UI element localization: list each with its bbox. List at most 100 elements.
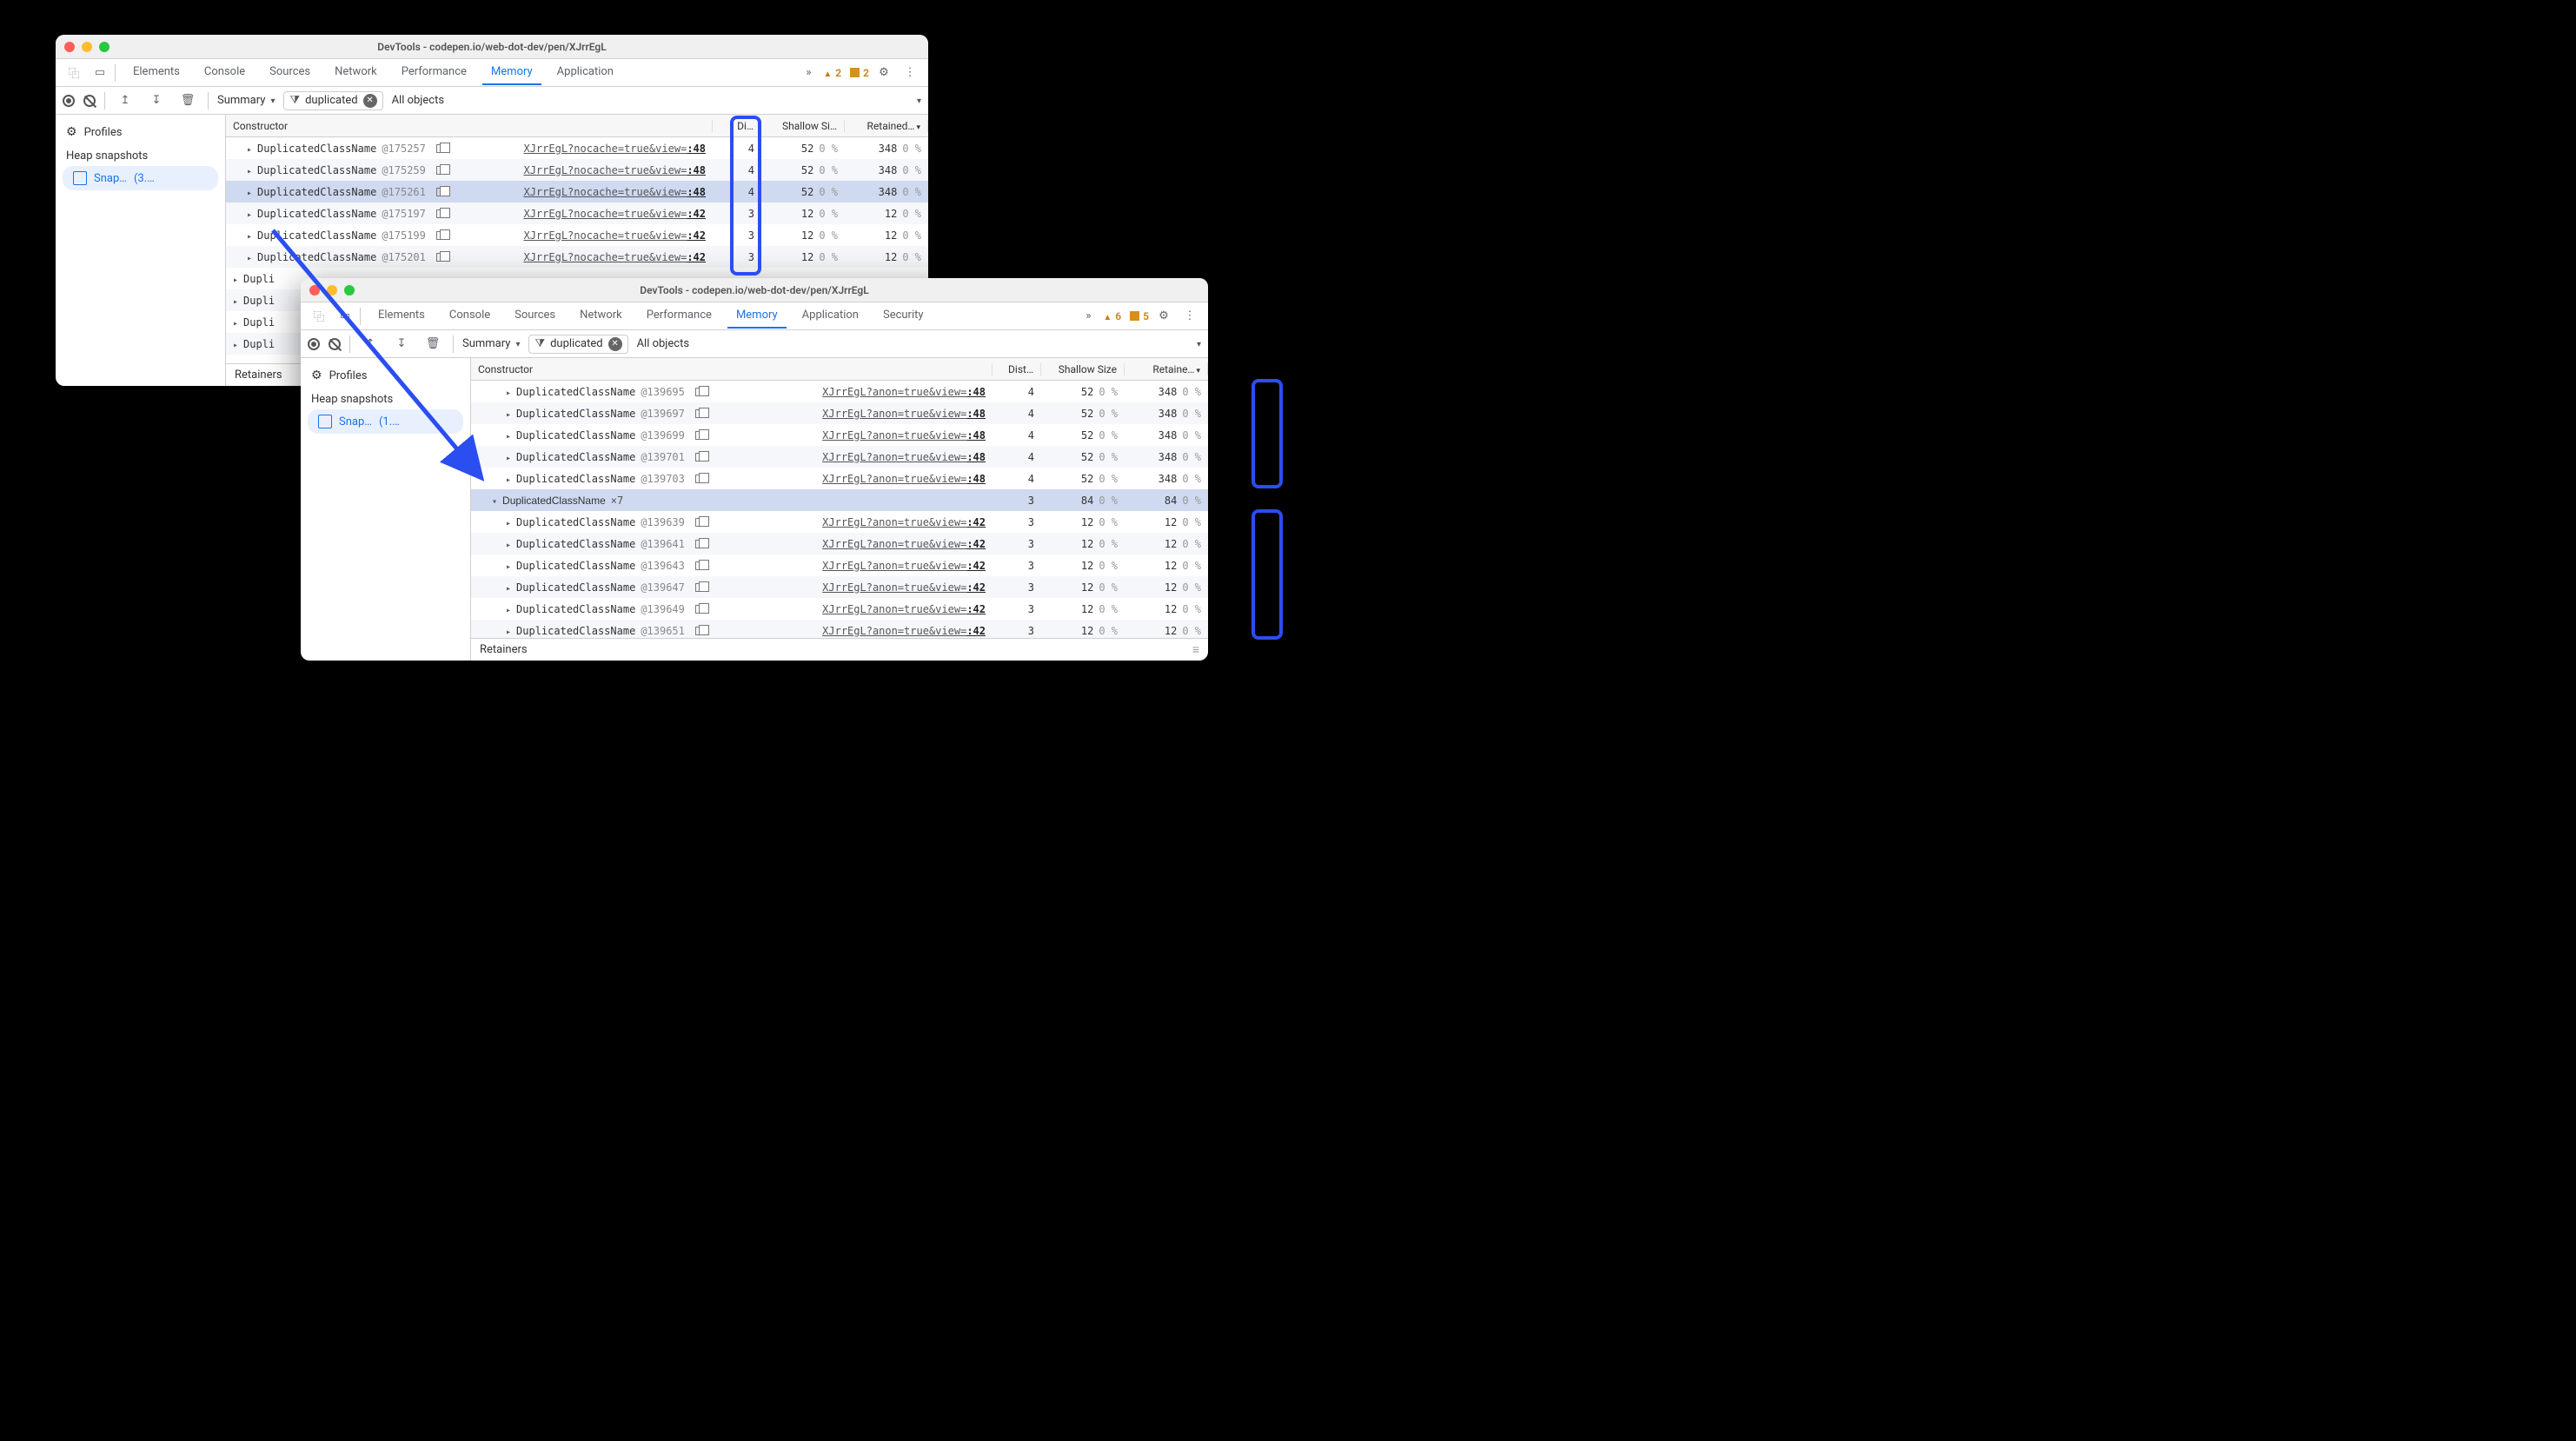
table-row[interactable]: DuplicatedClassName @139647XJrrEgL?anon=… bbox=[471, 576, 1208, 598]
tab-application[interactable]: Application bbox=[793, 303, 867, 329]
table-row[interactable]: DuplicatedClassName @139703XJrrEgL?anon=… bbox=[471, 468, 1208, 489]
disclosure-triangle-icon[interactable] bbox=[247, 208, 252, 220]
tab-memory[interactable]: Memory bbox=[482, 60, 541, 85]
source-link[interactable]: XJrrEgL?anon=true&view=:48 bbox=[822, 473, 986, 485]
issues-badge[interactable]: 2 bbox=[850, 67, 869, 79]
col-constructor[interactable]: Constructor bbox=[226, 120, 713, 132]
kebab-menu-icon[interactable]: ⋮ bbox=[899, 62, 921, 84]
table-row[interactable]: DuplicatedClassName @139695XJrrEgL?anon=… bbox=[471, 381, 1208, 402]
download-icon[interactable]: ↧ bbox=[390, 333, 413, 355]
reveal-icon[interactable] bbox=[695, 627, 704, 635]
disclosure-triangle-icon[interactable] bbox=[506, 408, 511, 420]
source-link[interactable]: XJrrEgL?anon=true&view=:42 bbox=[822, 560, 986, 572]
tab-application[interactable]: Application bbox=[548, 60, 622, 85]
close-window-icon[interactable] bbox=[64, 42, 75, 52]
source-link[interactable]: XJrrEgL?anon=true&view=:42 bbox=[822, 603, 986, 615]
clear-filter-icon[interactable]: ✕ bbox=[363, 94, 377, 108]
disclosure-triangle-icon[interactable] bbox=[506, 451, 511, 463]
col-shallow-size[interactable]: Shallow Si… bbox=[761, 120, 845, 132]
gc-icon[interactable]: 🗑 bbox=[422, 333, 444, 355]
disclosure-triangle-icon[interactable] bbox=[233, 273, 238, 285]
table-row[interactable]: DuplicatedClassName @175201XJrrEgL?nocac… bbox=[226, 246, 928, 268]
disclosure-triangle-icon[interactable] bbox=[506, 625, 511, 637]
tab-elements[interactable]: Elements bbox=[369, 303, 434, 329]
source-link[interactable]: XJrrEgL?anon=true&view=:42 bbox=[822, 581, 986, 594]
clear-filter-icon[interactable]: ✕ bbox=[608, 337, 622, 351]
source-link[interactable]: XJrrEgL?nocache=true&view=:48 bbox=[523, 186, 706, 198]
tab-memory[interactable]: Memory bbox=[727, 303, 787, 329]
table-row[interactable]: DuplicatedClassName @175197XJrrEgL?nocac… bbox=[226, 203, 928, 224]
table-row[interactable]: DuplicatedClassName @139699XJrrEgL?anon=… bbox=[471, 424, 1208, 446]
source-link[interactable]: XJrrEgL?anon=true&view=:42 bbox=[822, 625, 986, 637]
inspect-icon[interactable]: ⿻ bbox=[63, 62, 85, 84]
hamburger-icon[interactable] bbox=[1192, 642, 1199, 657]
source-link[interactable]: XJrrEgL?nocache=true&view=:48 bbox=[523, 164, 706, 176]
source-link[interactable]: XJrrEgL?nocache=true&view=:42 bbox=[523, 251, 706, 263]
device-toggle-icon[interactable]: ▭ bbox=[89, 62, 111, 84]
disclosure-triangle-icon[interactable] bbox=[506, 429, 511, 442]
reveal-icon[interactable] bbox=[695, 561, 704, 570]
table-row[interactable]: DuplicatedClassName @175261XJrrEgL?nocac… bbox=[226, 181, 928, 203]
disclosure-triangle-icon[interactable] bbox=[506, 538, 511, 550]
snapshot-item[interactable]: Snap… (1.… bbox=[308, 409, 463, 434]
disclosure-triangle-icon[interactable] bbox=[506, 560, 511, 572]
objects-filter-dropdown[interactable]: All objects bbox=[637, 337, 1201, 350]
disclosure-triangle-icon[interactable] bbox=[247, 164, 252, 176]
disclosure-triangle-icon[interactable] bbox=[247, 186, 252, 198]
profiles-header[interactable]: ⚙Profiles bbox=[56, 120, 225, 144]
tab-security[interactable]: Security bbox=[874, 303, 933, 329]
reveal-icon[interactable] bbox=[436, 188, 445, 196]
table-row[interactable]: DuplicatedClassName @139649XJrrEgL?anon=… bbox=[471, 598, 1208, 620]
titlebar[interactable]: DevTools - codepen.io/web-dot-dev/pen/XJ… bbox=[301, 278, 1208, 302]
table-row[interactable]: DuplicatedClassName @175199XJrrEgL?nocac… bbox=[226, 224, 928, 246]
zoom-window-icon[interactable] bbox=[99, 42, 110, 52]
issues-badge[interactable]: 5 bbox=[1130, 310, 1149, 322]
reveal-icon[interactable] bbox=[436, 144, 445, 153]
col-distance[interactable]: Dist… bbox=[993, 363, 1041, 375]
upload-icon[interactable]: ↥ bbox=[359, 333, 382, 355]
close-window-icon[interactable] bbox=[309, 285, 320, 296]
disclosure-triangle-icon[interactable] bbox=[247, 251, 252, 263]
kebab-menu-icon[interactable]: ⋮ bbox=[1178, 305, 1201, 328]
class-filter[interactable]: duplicated ✕ bbox=[528, 335, 627, 354]
tab-network[interactable]: Network bbox=[571, 303, 631, 329]
table-row[interactable]: DuplicatedClassName @139697XJrrEgL?anon=… bbox=[471, 402, 1208, 424]
reveal-icon[interactable] bbox=[695, 583, 704, 592]
retainers-pane[interactable]: Retainers bbox=[471, 638, 1208, 661]
disclosure-triangle-icon[interactable] bbox=[233, 338, 238, 350]
table-row[interactable]: DuplicatedClassName @175257XJrrEgL?nocac… bbox=[226, 137, 928, 159]
warnings-badge[interactable]: 6 bbox=[1103, 310, 1121, 322]
table-body[interactable]: DuplicatedClassName @139695XJrrEgL?anon=… bbox=[471, 381, 1208, 638]
more-tabs-icon[interactable]: » bbox=[797, 62, 820, 84]
minimize-window-icon[interactable] bbox=[82, 42, 92, 52]
tab-sources[interactable]: Sources bbox=[261, 60, 319, 85]
disclosure-triangle-icon[interactable] bbox=[492, 495, 497, 507]
disclosure-triangle-icon[interactable] bbox=[506, 516, 511, 528]
col-retained-size[interactable]: Retaine… bbox=[1125, 363, 1208, 375]
tab-console[interactable]: Console bbox=[441, 303, 499, 329]
source-link[interactable]: XJrrEgL?nocache=true&view=:42 bbox=[523, 208, 706, 220]
settings-icon[interactable]: ⚙ bbox=[1152, 305, 1175, 328]
inspect-icon[interactable]: ⿻ bbox=[308, 305, 330, 328]
reveal-icon[interactable] bbox=[695, 475, 704, 483]
col-distance[interactable]: Di… bbox=[713, 120, 761, 132]
disclosure-triangle-icon[interactable] bbox=[506, 386, 511, 398]
disclosure-triangle-icon[interactable] bbox=[506, 581, 511, 594]
tab-network[interactable]: Network bbox=[326, 60, 386, 85]
table-row[interactable]: DuplicatedClassName @139651XJrrEgL?anon=… bbox=[471, 620, 1208, 638]
source-link[interactable]: XJrrEgL?anon=true&view=:48 bbox=[822, 451, 986, 463]
table-row[interactable]: DuplicatedClassName @139639XJrrEgL?anon=… bbox=[471, 511, 1208, 533]
disclosure-triangle-icon[interactable] bbox=[233, 295, 238, 307]
reveal-icon[interactable] bbox=[695, 409, 704, 418]
col-retained-size[interactable]: Retained… bbox=[845, 120, 928, 132]
record-icon[interactable] bbox=[308, 338, 320, 350]
disclosure-triangle-icon[interactable] bbox=[247, 229, 252, 242]
col-constructor[interactable]: Constructor bbox=[471, 363, 993, 375]
tab-sources[interactable]: Sources bbox=[506, 303, 564, 329]
profiles-header[interactable]: ⚙Profiles bbox=[301, 363, 470, 388]
warnings-badge[interactable]: 2 bbox=[823, 67, 841, 79]
source-link[interactable]: XJrrEgL?nocache=true&view=:48 bbox=[523, 143, 706, 155]
col-shallow-size[interactable]: Shallow Size bbox=[1041, 363, 1125, 375]
reveal-icon[interactable] bbox=[436, 253, 445, 262]
clear-icon[interactable] bbox=[329, 338, 341, 350]
